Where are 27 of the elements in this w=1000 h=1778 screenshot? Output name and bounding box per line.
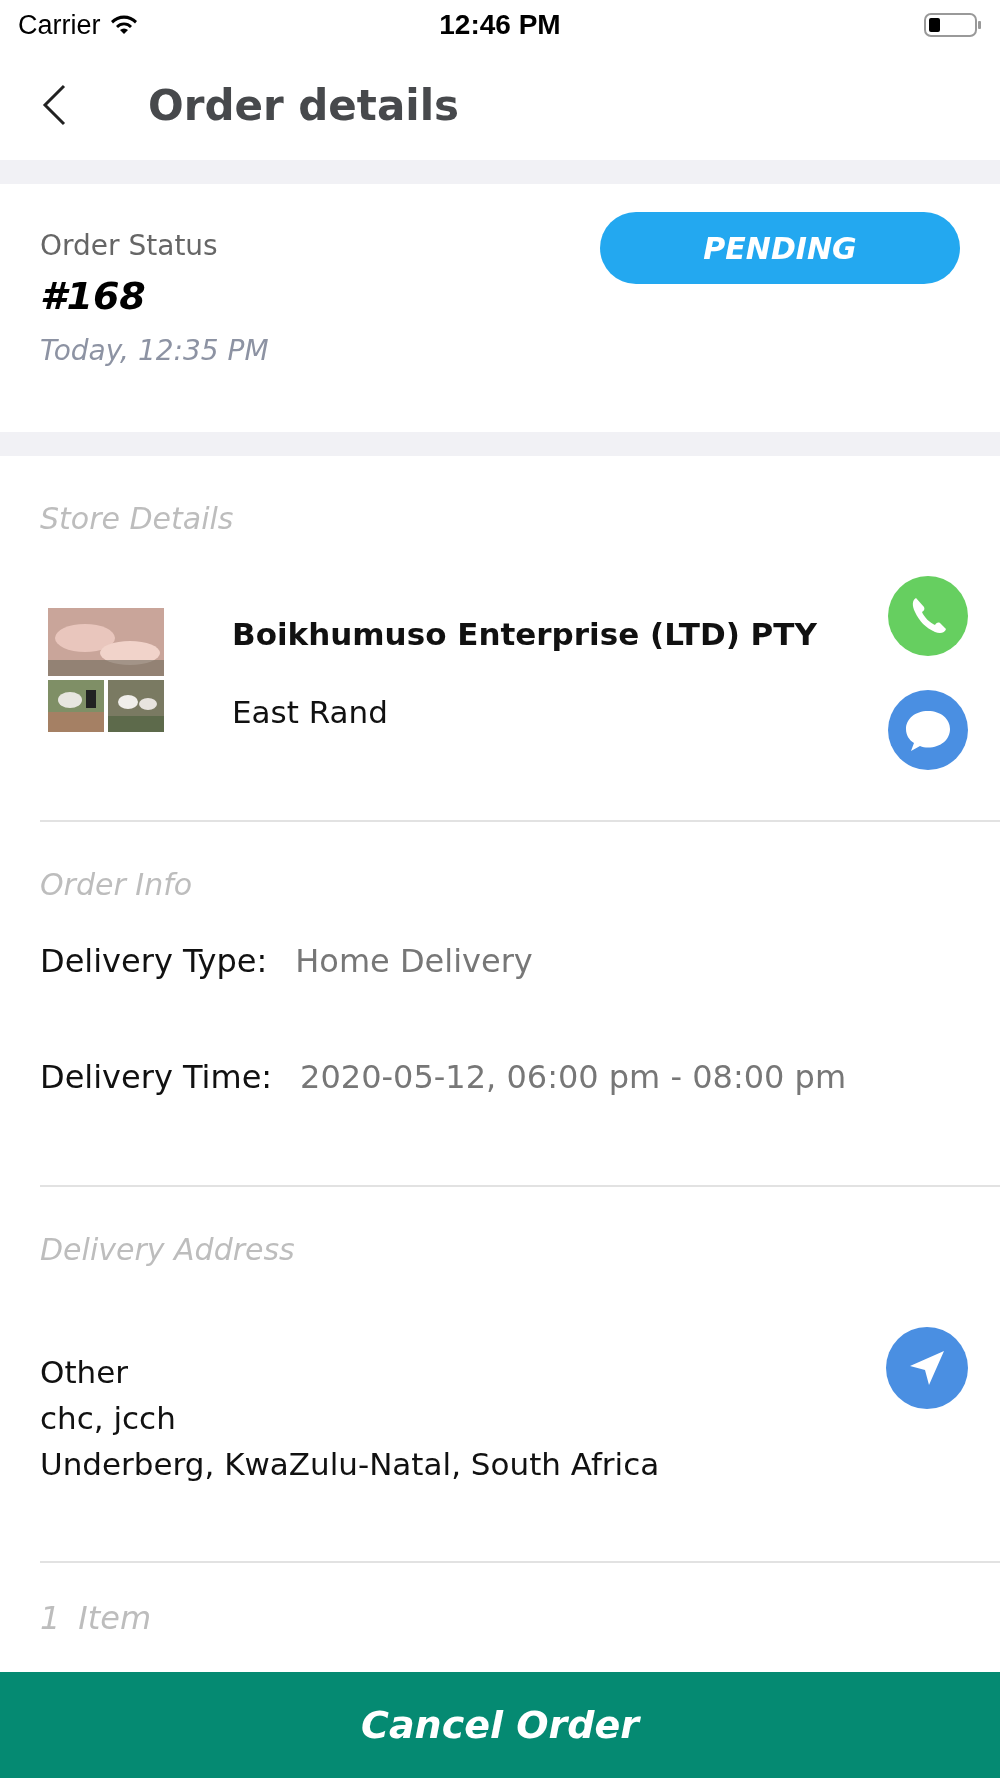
field-label: Delivery Type: bbox=[40, 942, 268, 980]
wifi-icon bbox=[108, 14, 139, 36]
store-name: Boikhumuso Enterprise (LTD) PTY bbox=[232, 616, 818, 652]
order-status-label: Order Status bbox=[40, 229, 219, 262]
item-count: 1 bbox=[40, 1599, 61, 1637]
section-heading: Item bbox=[78, 1599, 152, 1637]
section-heading: Delivery Address bbox=[40, 1231, 296, 1267]
order-date: Today, 12:35 PM bbox=[40, 334, 269, 367]
address-line: chc, jcch bbox=[40, 1399, 177, 1438]
store-area: East Rand bbox=[232, 694, 888, 730]
phone-icon[interactable] bbox=[888, 576, 968, 656]
section-heading: Order Info bbox=[40, 866, 194, 902]
field-value: Home Delivery bbox=[295, 942, 533, 980]
clock-time: 12:46 PM bbox=[439, 9, 561, 41]
status-badge: PENDING bbox=[600, 212, 960, 284]
cancel-order-button[interactable]: Cancel Order bbox=[0, 1672, 1000, 1778]
section-heading: Store Details bbox=[40, 500, 235, 536]
carrier-label: Carrier bbox=[18, 9, 101, 41]
chat-icon[interactable] bbox=[888, 690, 968, 770]
back-icon[interactable] bbox=[42, 84, 66, 126]
address-line: Underberg, KwaZulu-Natal, South Africa bbox=[40, 1445, 660, 1484]
field-value: 2020-05-12, 06:00 pm - 08:00 pm bbox=[300, 1058, 847, 1096]
field-label: Delivery Time: bbox=[40, 1058, 273, 1096]
order-number: #168 bbox=[40, 274, 147, 318]
battery-icon bbox=[924, 12, 982, 38]
page-title: Order details bbox=[148, 80, 460, 130]
address-line: Other bbox=[40, 1353, 130, 1392]
